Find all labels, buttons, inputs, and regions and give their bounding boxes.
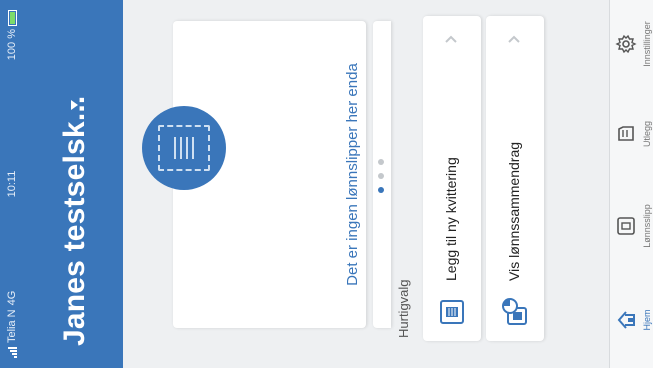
tab-label: Hjem: [642, 309, 652, 331]
dropdown-caret-icon[interactable]: [71, 100, 78, 110]
receipt-icon: [440, 300, 464, 324]
tab-home[interactable]: Hjem: [612, 284, 653, 356]
quick-actions-title: Hurtigvalg: [396, 279, 411, 338]
tab-settings[interactable]: Innstillinger: [612, 8, 653, 80]
status-bar: Telia N 4G 10:11 100 %: [0, 0, 24, 368]
add-receipt-button[interactable]: Legg til ny kvittering: [423, 16, 481, 341]
empty-payslip-icon: [142, 106, 226, 190]
tab-label: Utlegg: [642, 121, 652, 148]
expense-icon: [618, 126, 634, 141]
gear-icon: [615, 34, 637, 54]
carousel-indicator: [378, 159, 384, 193]
tab-label: Lønnsslipp: [642, 204, 652, 248]
payslip-icon: [617, 217, 635, 235]
add-receipt-label: Legg til ny kvittering: [443, 157, 459, 281]
salary-summary-label: Vis lønnssammendrag: [506, 141, 522, 281]
carousel-dot[interactable]: [378, 187, 384, 193]
summary-chart-icon: [502, 298, 527, 325]
tab-expense[interactable]: Utlegg: [612, 98, 653, 170]
chevron-icon: [508, 35, 520, 43]
view-salary-summary-button[interactable]: Vis lønnssammendrag: [486, 16, 544, 341]
tab-payslip[interactable]: Lønnsslipp: [612, 190, 653, 262]
battery-level: 100 %: [6, 29, 18, 61]
app-header: Telia N 4G 10:11 100 % Janes testselsk..…: [0, 0, 123, 368]
company-selector[interactable]: Janes testselsk...: [58, 96, 92, 346]
carousel-dot[interactable]: [378, 173, 384, 179]
carousel-dot[interactable]: [378, 159, 384, 165]
chevron-icon: [445, 35, 457, 43]
home-icon: [617, 311, 635, 329]
bottom-tab-bar: Hjem Lønnsslipp Utlegg Innstillinger: [609, 0, 653, 368]
screen: Telia N 4G 10:11 100 % Janes testselsk..…: [0, 0, 653, 368]
battery-icon: [7, 10, 17, 26]
empty-payslips-message: Det er ingen lønnslipper her enda: [344, 63, 361, 286]
tab-label: Innstillinger: [642, 21, 652, 67]
phone-screen-rotated: Telia N 4G 10:11 100 % Janes testselsk..…: [0, 0, 653, 368]
